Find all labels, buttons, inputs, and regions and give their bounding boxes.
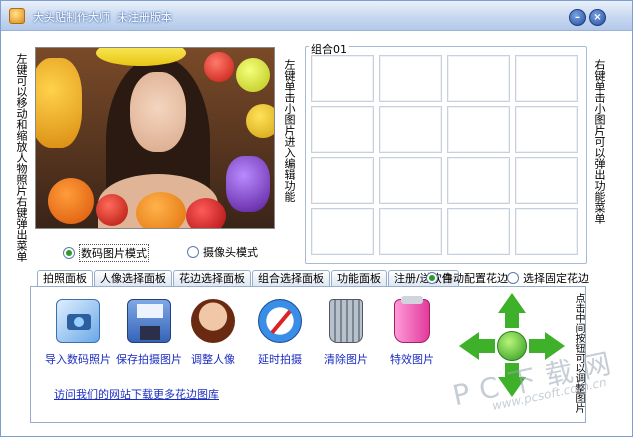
tomato-decoration-2 bbox=[186, 198, 226, 228]
thumbnail-slot[interactable] bbox=[447, 106, 510, 153]
tab-group-panel[interactable]: 组合选择面板 bbox=[252, 270, 330, 287]
tool-label: 特效图片 bbox=[390, 353, 434, 366]
thumbnail-slot[interactable] bbox=[447, 157, 510, 204]
panel-tabs: 拍照面板 人像选择面板 花边选择面板 组合选择面板 功能面板 注册/送软件 bbox=[37, 270, 460, 288]
import-photo-button[interactable]: 导入数码照片 bbox=[44, 299, 112, 367]
tool-label: 导入数码照片 bbox=[45, 353, 111, 366]
thumbnail-slot[interactable] bbox=[311, 106, 374, 153]
save-floppy-icon bbox=[127, 299, 171, 343]
thumbnail-slot[interactable] bbox=[515, 55, 578, 102]
arrow-right-stem[interactable] bbox=[529, 339, 546, 353]
radio-indicator[interactable] bbox=[507, 272, 519, 284]
thumbnail-slot[interactable] bbox=[311, 55, 374, 102]
photo-preview[interactable] bbox=[35, 47, 275, 229]
thumbnail-slot[interactable] bbox=[515, 106, 578, 153]
import-photo-icon bbox=[56, 299, 100, 343]
compass-timer-icon bbox=[258, 299, 302, 343]
close-button[interactable]: × bbox=[589, 9, 606, 26]
thumbnail-slot[interactable] bbox=[311, 208, 374, 255]
orange-decoration-3 bbox=[136, 192, 186, 228]
clear-photo-button[interactable]: 清除图片 bbox=[312, 299, 380, 367]
thumbnail-slot[interactable] bbox=[379, 106, 442, 153]
radio-auto-border[interactable]: 自动配置花边 bbox=[426, 270, 508, 286]
window-title: 大头贴制作大师 未注册版本 bbox=[33, 11, 172, 24]
tool-label: 延时拍摄 bbox=[258, 353, 302, 366]
effects-photo-button[interactable]: 特效图片 bbox=[378, 296, 446, 367]
thumbnail-slot[interactable] bbox=[447, 208, 510, 255]
tab-function-panel[interactable]: 功能面板 bbox=[331, 270, 387, 287]
portrait-face bbox=[130, 72, 186, 152]
tab-border-panel[interactable]: 花边选择面板 bbox=[173, 270, 251, 287]
thumbnail-slot[interactable] bbox=[515, 157, 578, 204]
download-borders-link[interactable]: 访问我们的网站下载更多花边图库 bbox=[54, 386, 219, 402]
app-icon bbox=[9, 8, 25, 24]
timer-shot-button[interactable]: 延时拍摄 bbox=[246, 299, 314, 367]
thumbnail-slot[interactable] bbox=[311, 157, 374, 204]
title-bar[interactable]: 大头贴制作大师 未注册版本 – × bbox=[1, 1, 632, 31]
thumbnail-slot[interactable] bbox=[447, 55, 510, 102]
arrow-left-icon[interactable] bbox=[459, 332, 479, 360]
radio-label: 选择固定花边 bbox=[523, 272, 589, 285]
portrait-icon bbox=[191, 299, 235, 343]
orange-decoration-2 bbox=[48, 178, 94, 224]
radio-indicator[interactable] bbox=[187, 246, 199, 258]
arrow-up-stem[interactable] bbox=[505, 312, 519, 328]
right-hint: 右键单击小图片可以弹出功能菜单 bbox=[593, 59, 606, 224]
radio-indicator[interactable] bbox=[426, 272, 438, 284]
tool-label: 保存拍摄图片 bbox=[116, 353, 182, 366]
tool-label: 调整人像 bbox=[191, 353, 235, 366]
tool-label: 清除图片 bbox=[324, 353, 368, 366]
tab-portrait-panel[interactable]: 人像选择面板 bbox=[94, 270, 172, 287]
trash-bin-icon bbox=[329, 299, 363, 343]
save-photo-button[interactable]: 保存拍摄图片 bbox=[115, 299, 183, 367]
left-hint: 左键可以移动和缩放人物照片右键弹出菜单 bbox=[15, 53, 28, 262]
thumbnail-slot[interactable] bbox=[379, 55, 442, 102]
radio-indicator[interactable] bbox=[63, 247, 75, 259]
tomato-decoration bbox=[204, 52, 234, 82]
thumbnail-slot[interactable] bbox=[379, 208, 442, 255]
thumbnail-slot[interactable] bbox=[515, 208, 578, 255]
minimize-button[interactable]: – bbox=[569, 9, 586, 26]
lemon-decoration bbox=[236, 58, 270, 92]
middle-hint: 左键单击小图片进入编辑功能 bbox=[283, 59, 296, 202]
strawberry-decoration bbox=[96, 194, 128, 226]
radio-digital-mode[interactable]: 数码图片模式 bbox=[63, 244, 149, 262]
radio-camera-mode[interactable]: 摄像头模式 bbox=[187, 244, 258, 260]
radio-label: 数码图片模式 bbox=[79, 244, 149, 262]
pineapple-decoration bbox=[36, 58, 82, 148]
effects-jar-icon bbox=[394, 296, 430, 343]
radio-label: 摄像头模式 bbox=[203, 246, 258, 259]
adjust-portrait-button[interactable]: 调整人像 bbox=[179, 299, 247, 367]
grapes-decoration bbox=[226, 156, 270, 212]
radio-fixed-border[interactable]: 选择固定花边 bbox=[507, 270, 589, 286]
main-window: 大头贴制作大师 未注册版本 – × 左键可以移动和缩放人物照片右键弹出菜单 左键… bbox=[0, 0, 633, 437]
arrow-up-icon[interactable] bbox=[498, 293, 526, 313]
thumbnail-slot[interactable] bbox=[379, 157, 442, 204]
radio-label: 自动配置花边 bbox=[442, 272, 508, 285]
arrow-left-stem[interactable] bbox=[478, 339, 495, 353]
orange-decoration bbox=[246, 104, 274, 138]
watermark: PC下载网 www.pcsoft.com.cn bbox=[450, 345, 624, 427]
